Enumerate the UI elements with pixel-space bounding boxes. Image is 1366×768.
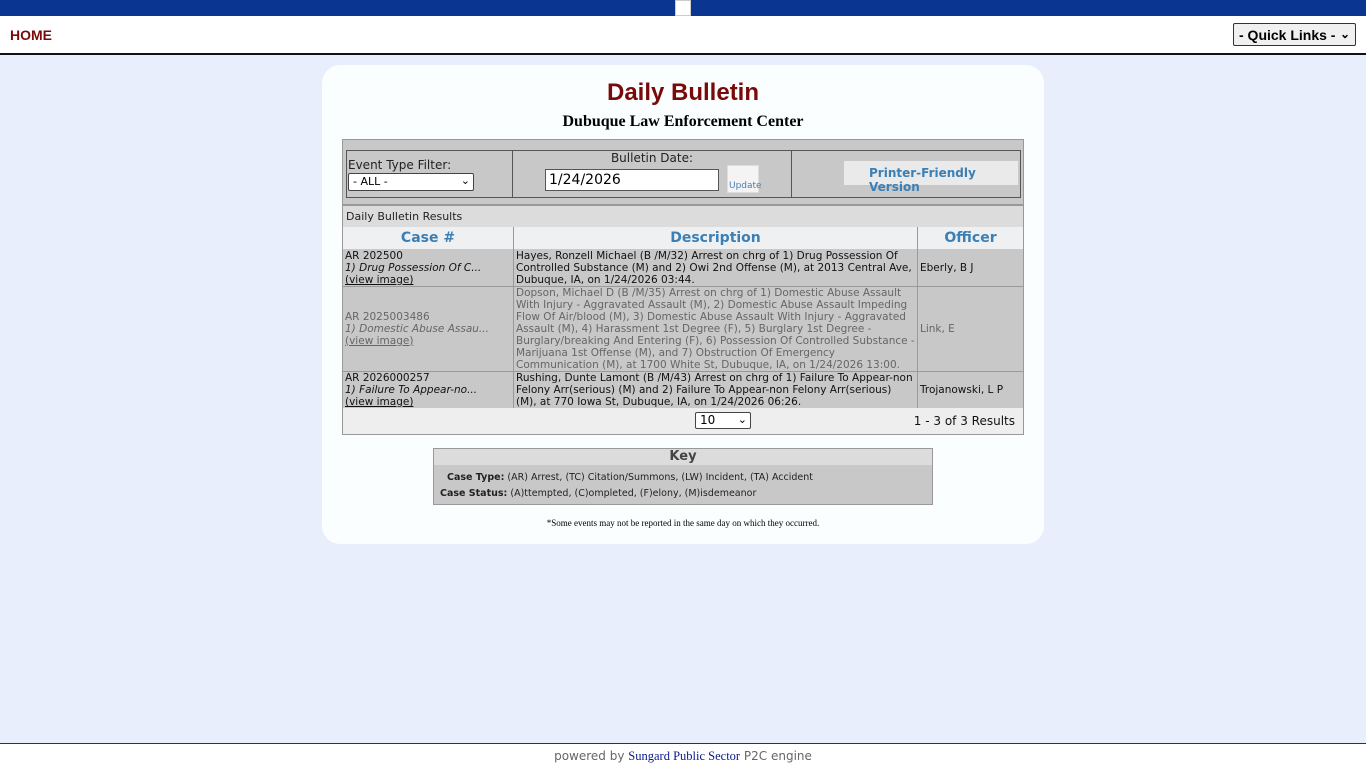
officer-name: Eberly, B J <box>920 261 974 274</box>
results-table: Daily Bulletin Results Case # Descriptio… <box>342 205 1024 435</box>
case-status-label: Case Status: <box>440 488 508 499</box>
quick-links-label: - Quick Links - <box>1239 27 1336 43</box>
case-number: AR 2025003486 <box>345 310 430 323</box>
bulletin-panel: Daily Bulletin Dubuque Law Enforcement C… <box>322 65 1044 544</box>
officer-cell: Eberly, B J <box>918 249 1023 286</box>
view-image-link[interactable]: (view image) <box>345 335 489 347</box>
reporting-note: *Some events may not be reported in the … <box>546 518 820 528</box>
chevron-down-icon: ⌄ <box>1339 27 1350 41</box>
officer-name: Link, E <box>920 322 955 335</box>
column-header-officer[interactable]: Officer <box>918 227 1023 249</box>
results-header: Daily Bulletin Results <box>343 206 1023 227</box>
officer-name: Trojanowski, L P <box>920 383 1004 396</box>
event-filter-cell: Event Type Filter: - ALL - ⌄ <box>346 150 513 198</box>
case-summary: 1) Drug Possession Of C... <box>345 262 482 274</box>
case-type-text: (AR) Arrest, (TC) Citation/Summons, (LW)… <box>507 472 813 483</box>
case-cell: AR 2026000257 1) Failure To Appear-no...… <box>343 371 514 408</box>
case-number: AR 202500 <box>345 250 403 262</box>
column-header-case[interactable]: Case # <box>343 227 514 249</box>
case-status-text: (A)ttempted, (C)ompleted, (F)elony, (M)i… <box>510 488 757 499</box>
footer: powered by Sungard Public Sector P2C eng… <box>0 743 1366 768</box>
pagination-bar: 10 ⌄ 1 - 3 of 3 Results <box>343 408 1023 434</box>
description-cell: Rushing, Dunte Lamont (B /M/43) Arrest o… <box>514 371 918 408</box>
page-title: Daily Bulletin <box>606 79 760 106</box>
bulletin-date-label: Bulletin Date: <box>610 151 694 165</box>
page-size-select[interactable]: 10 ⌄ <box>695 412 751 429</box>
bulletin-date-cell: Bulletin Date: 1/24/2026 Update <box>512 150 792 198</box>
chevron-down-icon: ⌄ <box>460 174 470 187</box>
results-count: 1 - 3 of 3 Results <box>913 414 1015 428</box>
case-cell: AR 202500 1) Drug Possession Of C... (vi… <box>343 249 514 286</box>
key-title: Key <box>434 449 932 465</box>
officer-cell: Link, E <box>918 286 1023 371</box>
case-status-legend: Case Status: (A)ttempted, (C)ompleted, (… <box>440 488 756 499</box>
case-summary: 1) Domestic Abuse Assau... <box>345 322 489 335</box>
case-number: AR 2026000257 <box>345 372 430 384</box>
page-size-value: 10 <box>700 413 716 427</box>
officer-cell: Trojanowski, L P <box>918 371 1023 408</box>
table-row: AR 2026000257 1) Failure To Appear-no...… <box>343 371 1023 409</box>
event-type-select[interactable]: - ALL - ⌄ <box>348 173 474 191</box>
event-type-label: Event Type Filter: <box>348 158 452 172</box>
page-subtitle: Dubuque Law Enforcement Center <box>562 113 804 130</box>
case-type-label: Case Type: <box>447 472 505 483</box>
description-cell: Hayes, Ronzell Michael (B /M/32) Arrest … <box>514 249 918 286</box>
quick-links-select[interactable]: - Quick Links - ⌄ <box>1233 23 1356 46</box>
sungard-link[interactable]: Sungard Public Sector <box>628 749 740 763</box>
nav-bar: HOME - Quick Links - ⌄ <box>0 16 1366 55</box>
table-row: AR 202500 1) Drug Possession Of C... (vi… <box>343 249 1023 287</box>
update-button[interactable]: Update <box>727 165 762 193</box>
case-type-legend: Case Type: (AR) Arrest, (TC) Citation/Su… <box>447 472 813 483</box>
case-cell: AR 2025003486 1) Domestic Abuse Assau...… <box>343 286 514 371</box>
event-type-value: - ALL - <box>353 175 388 188</box>
case-summary: 1) Failure To Appear-no... <box>345 384 478 396</box>
view-image-link[interactable]: (view image) <box>345 274 511 286</box>
bulletin-date-input[interactable]: 1/24/2026 <box>545 169 719 191</box>
top-banner <box>0 0 1366 16</box>
footer-suffix: P2C engine <box>743 749 812 763</box>
footer-prefix: powered by <box>554 749 625 763</box>
description-cell: Dopson, Michael D (B /M/35) Arrest on ch… <box>514 286 918 371</box>
view-image-link[interactable]: (view image) <box>345 396 511 408</box>
printer-friendly-button[interactable]: Printer-Friendly Version <box>844 161 1018 194</box>
printer-cell: Printer-Friendly Version <box>791 150 1021 198</box>
table-row: AR 2025003486 1) Domestic Abuse Assau...… <box>343 286 1023 372</box>
column-header-description[interactable]: Description <box>514 227 918 249</box>
chevron-down-icon: ⌄ <box>737 413 747 426</box>
home-link[interactable]: HOME <box>10 27 52 43</box>
broken-image-icon <box>675 0 691 16</box>
filter-bar: Event Type Filter: - ALL - ⌄ Bulletin Da… <box>342 139 1024 205</box>
key-box: Key Case Type: (AR) Arrest, (TC) Citatio… <box>433 448 933 505</box>
